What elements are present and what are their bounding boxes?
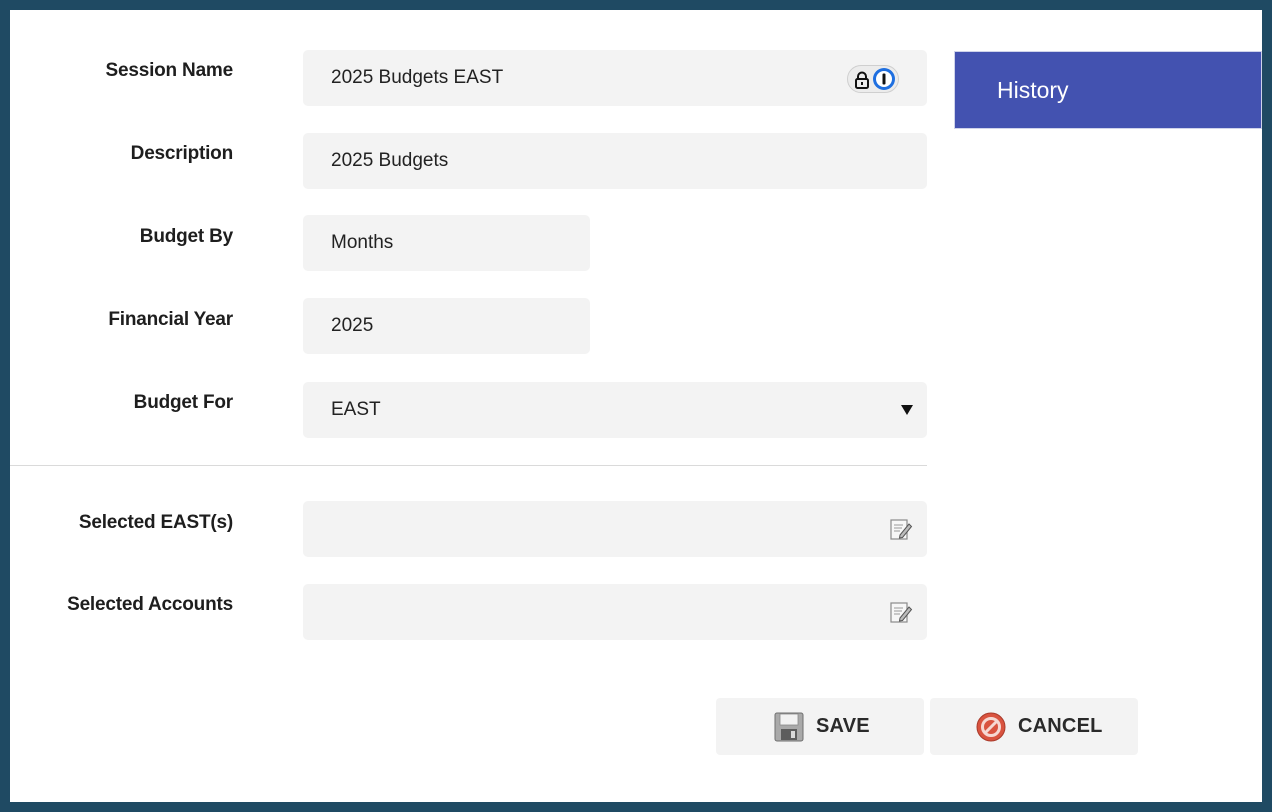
section-divider	[10, 465, 927, 466]
session-name-input[interactable]: 2025 Budgets EAST	[303, 50, 927, 106]
cancel-button-label: CANCEL	[1018, 715, 1103, 737]
password-manager-icon	[873, 68, 895, 90]
selected-accounts-label: Selected Accounts	[67, 594, 233, 615]
budget-for-label: Budget For	[133, 392, 234, 413]
budget-for-value: EAST	[331, 399, 381, 420]
description-label: Description	[130, 143, 234, 164]
financial-year-value: 2025	[331, 315, 374, 336]
lock-icon	[855, 71, 869, 89]
edit-icon[interactable]	[889, 517, 913, 541]
cancel-button[interactable]: CANCEL	[930, 698, 1138, 755]
financial-year-field[interactable]: 2025	[303, 298, 590, 354]
budget-by-field[interactable]: Months	[303, 215, 590, 271]
budget-by-label: Budget By	[139, 226, 233, 247]
session-name-label: Session Name	[105, 60, 234, 81]
budget-by-value: Months	[331, 232, 394, 253]
selected-east-field[interactable]	[303, 501, 927, 557]
description-input[interactable]: 2025 Budgets	[303, 133, 927, 189]
session-name-value: 2025 Budgets EAST	[331, 67, 504, 88]
history-tab[interactable]: History	[954, 51, 1262, 129]
no-entry-icon	[976, 712, 1006, 742]
selected-east-label: Selected EAST(s)	[78, 512, 233, 533]
description-value: 2025 Budgets	[331, 150, 449, 171]
financial-year-label: Financial Year	[108, 309, 233, 330]
budget-session-form-panel: Session Name 2025 Budgets EAST Descripti…	[10, 10, 1262, 802]
history-label: History	[997, 76, 1069, 103]
budget-for-select[interactable]: EAST	[303, 382, 927, 438]
edit-icon[interactable]	[889, 600, 913, 624]
save-button[interactable]: SAVE	[716, 698, 924, 755]
save-button-label: SAVE	[816, 715, 870, 737]
selected-accounts-field[interactable]	[303, 584, 927, 640]
password-manager-button[interactable]	[847, 65, 899, 93]
floppy-disk-icon	[774, 712, 804, 742]
chevron-down-icon[interactable]	[901, 405, 913, 415]
